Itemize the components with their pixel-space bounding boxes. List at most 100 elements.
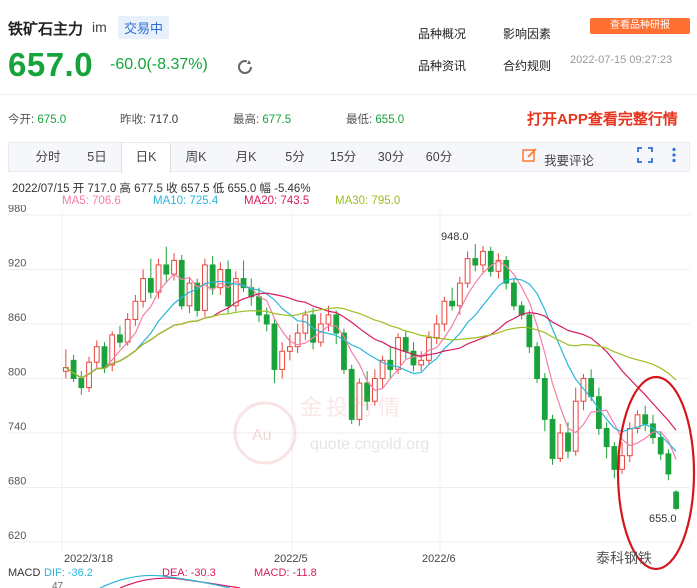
edit-icon[interactable]: [522, 147, 538, 163]
candle-body: [449, 300, 456, 307]
candle-body: [580, 378, 587, 402]
stat-low: 最低: 655.0: [346, 114, 405, 126]
candle-body: [271, 323, 278, 370]
comment-button[interactable]: 我要评论: [544, 150, 594, 169]
max-annotation: 948.0: [441, 231, 469, 243]
ohlc-summary: 2022/07/15 开 717.0 高 677.5 收 657.5 低 655…: [12, 183, 311, 195]
candle-body: [487, 250, 494, 272]
candle-body: [101, 346, 108, 369]
corner-watermark: 泰科钢铁: [596, 551, 652, 567]
tab-30min[interactable]: 30分: [367, 143, 415, 171]
candle-body: [155, 264, 162, 293]
candle-body: [263, 314, 270, 325]
candle-body: [325, 314, 332, 325]
candle-body: [186, 282, 193, 307]
refresh-icon[interactable]: [236, 58, 254, 76]
x-tick-label: 2022/5: [274, 553, 308, 565]
more-icon[interactable]: [666, 147, 682, 163]
candle-body: [426, 337, 432, 361]
candle-body: [665, 453, 672, 475]
candle-body: [140, 278, 147, 302]
fullscreen-icon[interactable]: [637, 147, 653, 163]
ma10-line: [65, 277, 677, 452]
tab-monthly-k[interactable]: 月K: [221, 143, 271, 171]
candle-body: [673, 491, 680, 509]
instrument-name: 铁矿石主力: [8, 21, 84, 38]
link-overview[interactable]: 品种概况: [418, 25, 466, 42]
update-timestamp: 2022-07-15 09:27:23: [570, 54, 673, 66]
candle-body: [202, 264, 208, 311]
candle-body: [163, 264, 170, 275]
y-tick-label: 620: [8, 530, 26, 542]
stat-open: 今开: 675.0: [8, 114, 67, 126]
candle-body: [526, 314, 533, 348]
macd-label: DIF: -36.2: [44, 567, 93, 579]
candle-body: [433, 323, 440, 339]
candle-body: [117, 334, 123, 343]
candle-body: [302, 314, 309, 334]
current-price: 657.0: [8, 46, 94, 83]
y-tick-label: 980: [8, 205, 26, 215]
candle-body: [595, 396, 602, 429]
candle-body: [619, 455, 625, 470]
candle-body: [626, 427, 633, 457]
candle-body: [565, 432, 571, 452]
macd-label: MACD: -11.8: [254, 567, 317, 579]
price-change: -60.0(-8.37%): [110, 56, 208, 73]
link-factors[interactable]: 影响因素: [503, 25, 551, 42]
tab-daily-k[interactable]: 日K: [121, 143, 171, 173]
tab-5day[interactable]: 5日: [73, 143, 121, 171]
watermark-url: quote.cngold.org: [310, 436, 430, 453]
tab-60min[interactable]: 60分: [415, 143, 463, 171]
candle-body: [588, 378, 595, 398]
candle-body: [93, 346, 100, 363]
x-tick-label: 2022/3/18: [64, 553, 113, 565]
link-news[interactable]: 品种资讯: [418, 57, 466, 74]
highlight-ellipse: [616, 375, 696, 571]
y-tick-label: 740: [8, 421, 26, 433]
link-rules[interactable]: 合约规则: [503, 57, 551, 74]
research-report-button[interactable]: 查看品种研报: [590, 18, 690, 34]
y-tick-label: 920: [8, 258, 26, 270]
candle-body: [171, 259, 177, 275]
candle-body: [78, 378, 85, 389]
candle-body: [124, 318, 131, 343]
candle-body: [480, 250, 486, 266]
candle-body: [70, 359, 77, 379]
y-tick-label: 860: [8, 312, 26, 324]
macd-label: MACD: [8, 567, 40, 579]
instrument-code: im: [92, 19, 107, 35]
watermark-text: 金投行情: [300, 395, 405, 420]
x-tick-label: 2022/6: [422, 553, 456, 565]
candle-body: [418, 359, 425, 366]
y-tick-label: 680: [8, 476, 26, 488]
open-app-link[interactable]: 打开APP查看完整行情: [527, 108, 678, 129]
candle-body: [611, 446, 618, 470]
candle-body: [286, 346, 293, 352]
candle-body: [147, 278, 154, 293]
macd-axis-label: 47: [52, 581, 64, 588]
y-tick-label: 800: [8, 367, 26, 379]
candle-body: [402, 337, 409, 352]
candle-body: [572, 400, 579, 452]
candle-body: [557, 432, 564, 459]
candle-body: [279, 350, 286, 370]
candle-body: [657, 437, 664, 455]
candle-body: [603, 427, 610, 448]
tab-weekly-k[interactable]: 周K: [171, 143, 221, 171]
tab-5min[interactable]: 5分: [271, 143, 319, 171]
min-annotation: 655.0: [649, 513, 677, 525]
tab-15min[interactable]: 15分: [319, 143, 367, 171]
candle-body: [511, 282, 517, 307]
candle-body: [464, 258, 471, 284]
candle-body: [642, 414, 649, 425]
ma30-line: [65, 306, 677, 381]
candle-body: [549, 418, 556, 459]
candle-body: [456, 282, 463, 307]
candle-body: [541, 378, 548, 420]
candle-body: [650, 423, 656, 439]
candle-body: [333, 314, 340, 334]
watermark-badge: Au: [252, 427, 272, 444]
tab-timeshare[interactable]: 分时: [23, 143, 73, 171]
trading-status-badge: 交易中: [118, 16, 170, 39]
